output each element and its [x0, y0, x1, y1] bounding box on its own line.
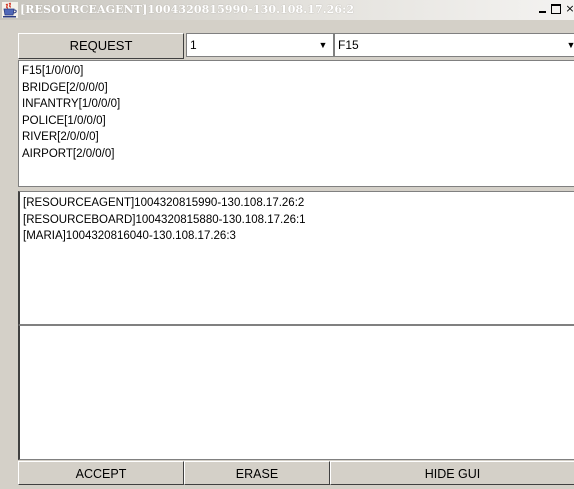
accept-button[interactable]: ACCEPT	[18, 461, 184, 485]
quantity-combo-value: 1	[190, 38, 197, 52]
resource-line: POLICE[1/0/0/0]	[22, 114, 106, 127]
minimize-icon	[538, 11, 546, 13]
resource-combo[interactable]: F15 ▼	[334, 33, 574, 57]
close-button[interactable]: ×	[563, 3, 574, 16]
resource-line: AIRPORT[2/0/0/0]	[22, 147, 115, 160]
resource-line: INFANTRY[1/0/0/0]	[22, 98, 121, 110]
agents-text-area[interactable]: [RESOURCEAGENT]1004320815990-130.108.17.…	[18, 191, 574, 325]
request-button[interactable]: REQUEST	[18, 33, 184, 59]
chevron-down-icon[interactable]: ▼	[563, 36, 574, 54]
resource-agent-window: [RESOURCEAGENT]1004320815990-130.108.17.…	[0, 0, 574, 489]
resource-line: RIVER[2/0/0/0]	[22, 131, 99, 143]
agent-line: [RESOURCEAGENT]1004320815990-130.108.17.…	[23, 197, 305, 209]
chevron-down-icon[interactable]: ▼	[315, 36, 331, 54]
log-text-area[interactable]	[18, 325, 574, 460]
maximize-icon	[551, 4, 561, 14]
agent-line: [MARIA]1004320816040-130.108.17.26:3	[23, 230, 236, 242]
resource-line: BRIDGE[2/0/0/0]	[22, 81, 108, 94]
java-cup-icon	[2, 2, 18, 18]
resource-combo-value: F15	[338, 38, 359, 52]
minimize-button[interactable]	[535, 3, 549, 16]
resource-line: F15[1/0/0/0]	[22, 65, 84, 77]
maximize-button[interactable]	[549, 3, 563, 16]
agent-line: [RESOURCEBOARD]1004320815880-130.108.17.…	[23, 213, 306, 226]
resources-text-area[interactable]: F15[1/0/0/0] BRIDGE[2/0/0/0] INFANTRY[1/…	[18, 60, 574, 187]
title-bar[interactable]: [RESOURCEAGENT]1004320815990-130.108.17.…	[0, 0, 574, 20]
request-row: REQUEST 1 ▼ F15 ▼	[18, 33, 574, 59]
quantity-combo[interactable]: 1 ▼	[186, 33, 334, 57]
hide-gui-button[interactable]: HIDE GUI	[330, 461, 574, 485]
erase-button[interactable]: ERASE	[184, 461, 330, 485]
bottom-button-row: ACCEPT ERASE HIDE GUI	[18, 461, 574, 487]
window-title: [RESOURCEAGENT]1004320815990-130.108.17.…	[20, 3, 355, 16]
